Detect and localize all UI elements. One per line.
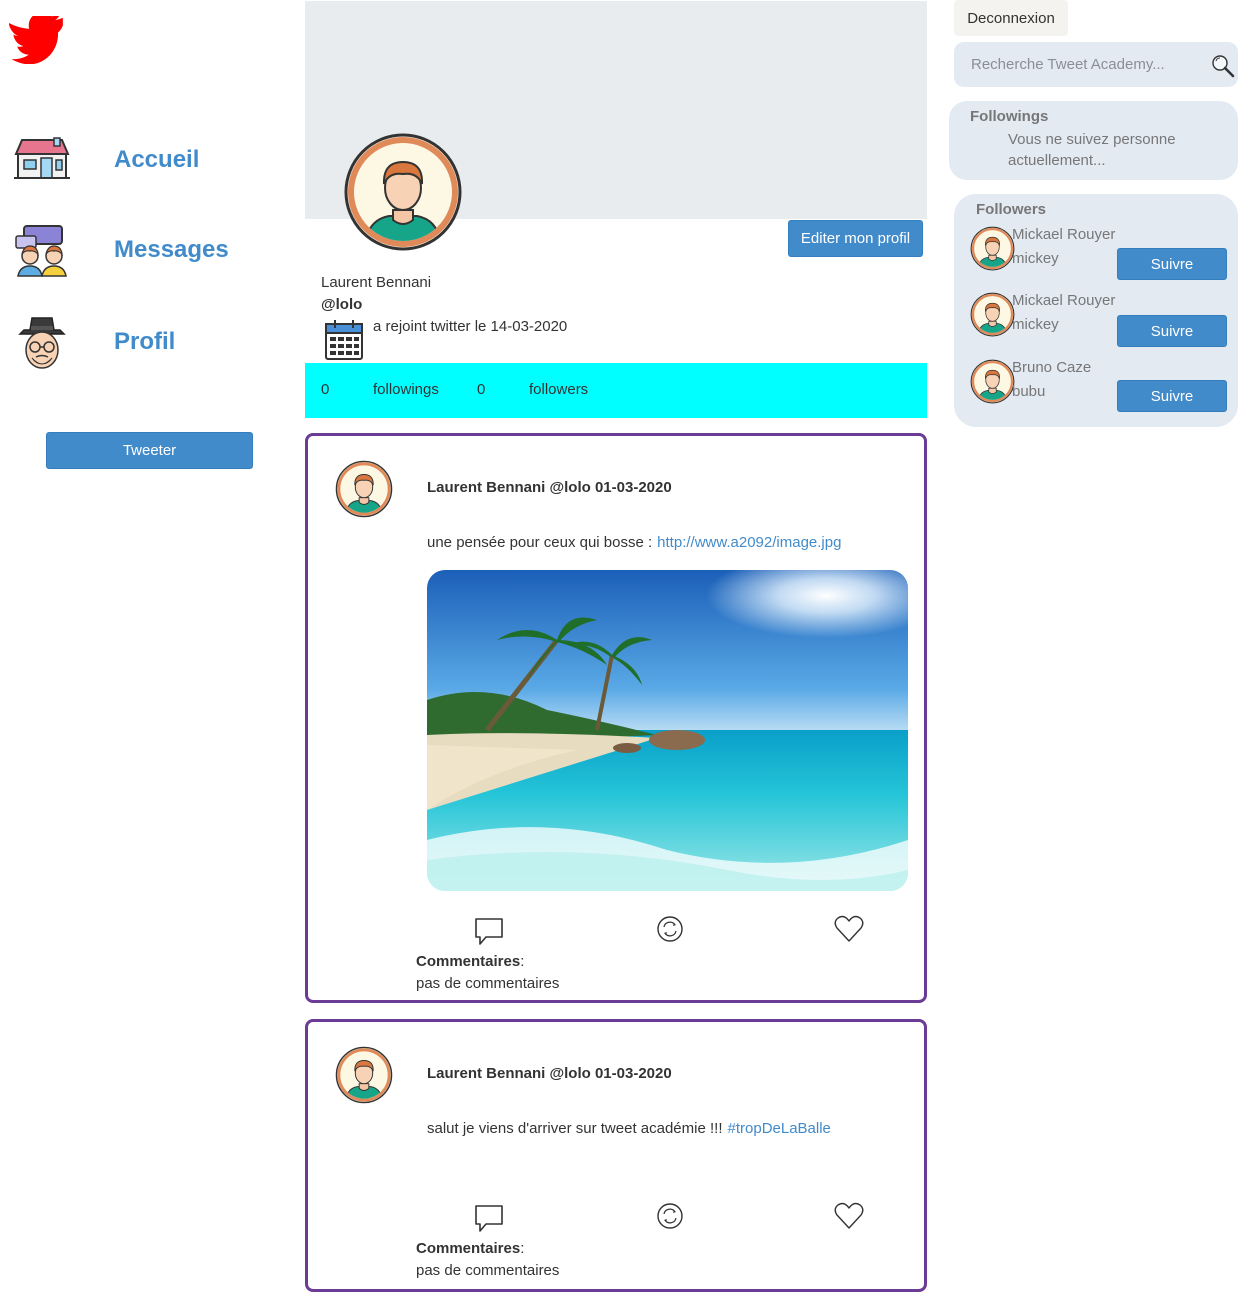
tweet-body: salut je viens d'arriver sur tweet acadé… xyxy=(427,1120,723,1137)
follow-button[interactable]: Suivre xyxy=(1117,315,1227,347)
profile-name: Laurent Bennani xyxy=(321,274,432,291)
followers-count[interactable]: 0 xyxy=(477,381,485,398)
sidebar-item-profil[interactable]: Profil xyxy=(14,316,274,376)
avatar[interactable] xyxy=(970,226,1015,271)
avatar[interactable] xyxy=(335,460,393,518)
tweet-header: Laurent Bennani @lolo 01-03-2020 xyxy=(427,1065,672,1082)
search-icon[interactable] xyxy=(1211,54,1235,78)
follower-name[interactable]: Bruno Caze xyxy=(1012,359,1091,376)
search-input[interactable] xyxy=(954,42,1204,87)
avatar[interactable] xyxy=(970,292,1015,337)
followings-link[interactable]: followings xyxy=(373,381,439,398)
profile-stats-bar: 0 followings 0 followers xyxy=(305,363,927,418)
follower-name[interactable]: Mickael Rouyer xyxy=(1012,226,1115,243)
tweet-card: Laurent Bennani @lolo 01-03-2020 une pen… xyxy=(305,433,927,1003)
logout-button[interactable]: Deconnexion xyxy=(954,0,1068,36)
retweet-icon[interactable] xyxy=(654,913,686,945)
avatar[interactable] xyxy=(335,1046,393,1104)
joined-date: a rejoint twitter le 14-03-2020 xyxy=(373,318,568,335)
search-box xyxy=(954,42,1238,87)
list-item: Mickael Rouyer mickey Suivre xyxy=(954,226,1238,288)
list-item: Bruno Caze bubu Suivre xyxy=(954,359,1238,421)
followers-panel: Followers Mickael Rouyer mickey Suivre M… xyxy=(954,194,1238,427)
comments-empty: pas de commentaires xyxy=(416,975,560,992)
profile-face-icon xyxy=(14,316,70,372)
comments-label: Commentaires: xyxy=(416,953,525,970)
tweet-button[interactable]: Tweeter xyxy=(46,432,253,469)
tweet-text: une pensée pour ceux qui bosse : http://w… xyxy=(427,534,841,551)
tweet-link[interactable]: http://www.a2092/image.jpg xyxy=(657,534,841,551)
edit-profile-button[interactable]: Editer mon profil xyxy=(788,220,923,257)
sidebar-item-label[interactable]: Messages xyxy=(114,236,229,264)
comments-label: Commentaires: xyxy=(416,1240,525,1257)
followings-panel: Followings Vous ne suivez personne actue… xyxy=(949,101,1238,180)
followings-empty: Vous ne suivez personne actuellement... xyxy=(1008,131,1176,169)
follower-handle: mickey xyxy=(1012,250,1059,267)
tweet-image[interactable] xyxy=(427,570,908,891)
tweet-header: Laurent Bennani @lolo 01-03-2020 xyxy=(427,479,672,496)
house-icon xyxy=(14,134,70,190)
list-item: Mickael Rouyer mickey Suivre xyxy=(954,292,1238,354)
tweet-text: salut je viens d'arriver sur tweet acadé… xyxy=(427,1120,831,1137)
followings-count[interactable]: 0 xyxy=(321,381,329,398)
retweet-icon[interactable] xyxy=(654,1200,686,1232)
follower-handle: mickey xyxy=(1012,316,1059,333)
calendar-icon xyxy=(324,319,364,361)
follower-name[interactable]: Mickael Rouyer xyxy=(1012,292,1115,309)
profile-handle: @lolo xyxy=(321,296,363,313)
followers-link[interactable]: followers xyxy=(529,381,588,398)
follow-button[interactable]: Suivre xyxy=(1117,248,1227,280)
sidebar-item-accueil[interactable]: Accueil xyxy=(14,134,274,194)
chat-users-icon xyxy=(14,224,70,280)
sidebar-item-messages[interactable]: Messages xyxy=(14,224,274,284)
profile-avatar xyxy=(343,132,463,252)
tweet-card: Laurent Bennani @lolo 01-03-2020 salut j… xyxy=(305,1019,927,1292)
tweet-body: une pensée pour ceux qui bosse : xyxy=(427,534,653,551)
like-heart-icon[interactable] xyxy=(833,913,865,945)
hashtag-link[interactable]: #tropDeLaBalle xyxy=(728,1120,831,1137)
comments-empty: pas de commentaires xyxy=(416,1262,560,1279)
followers-title: Followers xyxy=(976,201,1047,218)
twitter-bird-icon[interactable] xyxy=(8,12,65,65)
followings-title: Followings xyxy=(970,108,1049,125)
sidebar-item-label[interactable]: Profil xyxy=(114,328,175,356)
like-heart-icon[interactable] xyxy=(833,1200,865,1232)
avatar[interactable] xyxy=(970,359,1015,404)
follow-button[interactable]: Suivre xyxy=(1117,380,1227,412)
comment-icon[interactable] xyxy=(473,915,505,947)
comment-icon[interactable] xyxy=(473,1202,505,1234)
sidebar-item-label[interactable]: Accueil xyxy=(114,146,199,174)
follower-handle: bubu xyxy=(1012,383,1046,400)
